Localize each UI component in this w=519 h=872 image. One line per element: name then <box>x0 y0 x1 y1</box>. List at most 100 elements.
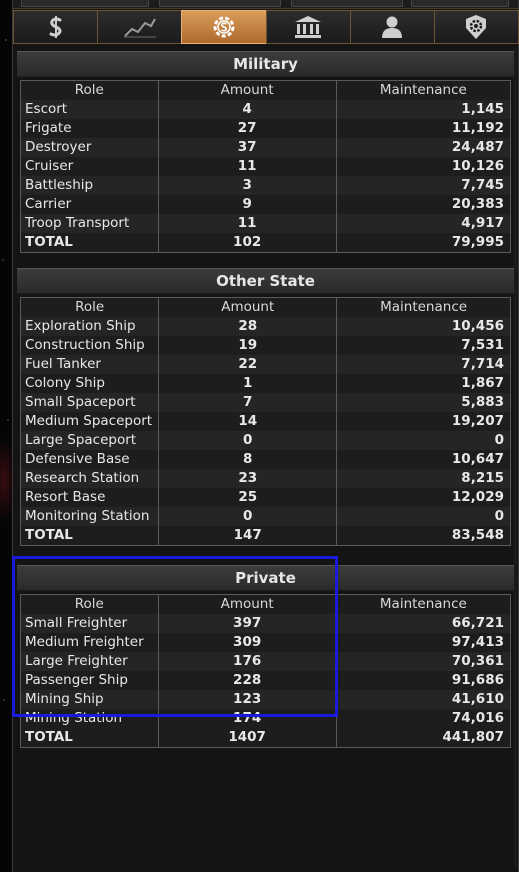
amount-cell: 11 <box>157 214 337 233</box>
role-cell: Research Station <box>19 469 160 488</box>
role-cell: Frigate <box>20 119 159 138</box>
amount-cell: 174 <box>157 709 337 728</box>
tab-government[interactable] <box>265 10 351 44</box>
section-private: Private Role Amount Maintenance Small Freig… <box>17 565 514 748</box>
maintenance-cell: 7,714 <box>336 355 511 374</box>
military-table: Role Amount Maintenance Escort 4 1,145 Frigate… <box>20 80 512 253</box>
amount-cell: 3 <box>157 176 337 195</box>
tab-income[interactable] <box>13 10 99 44</box>
maintenance-header: Maintenance <box>335 594 512 614</box>
role-cell: Large Spaceport <box>19 431 160 450</box>
table-row: Passenger Ship 228 91,686 <box>20 671 512 690</box>
total-row: TOTAL 102 79,995 <box>20 233 512 253</box>
table-row: Troop Transport 11 4,917 <box>20 214 512 233</box>
amount-header: Amount <box>158 297 338 317</box>
role-cell: Large Freighter <box>20 652 159 671</box>
tab-characters[interactable] <box>349 10 435 44</box>
amount-cell: 176 <box>157 652 337 671</box>
maintenance-header: Maintenance <box>335 80 512 100</box>
role-header: Role <box>19 297 160 317</box>
table-row: Small Freighter 397 66,721 <box>20 614 512 633</box>
amount-cell: 7 <box>158 393 338 412</box>
total-label: TOTAL <box>20 728 159 748</box>
maintenance-cell: 7,745 <box>335 176 512 195</box>
role-cell: Small Spaceport <box>19 393 160 412</box>
government-building-icon <box>295 16 322 38</box>
total-amount: 1407 <box>157 728 337 748</box>
table-row: Small Spaceport 7 5,883 <box>19 393 511 412</box>
role-cell: Destroyer <box>20 138 159 157</box>
maintenance-cell: 20,383 <box>335 195 512 214</box>
tab-bar <box>13 10 519 44</box>
table-row: Defensive Base 8 10,647 <box>19 450 511 469</box>
amount-cell: 25 <box>158 488 338 507</box>
maintenance-cell: 1,145 <box>335 100 512 119</box>
total-amount: 102 <box>157 233 337 253</box>
role-cell: Small Freighter <box>20 614 159 633</box>
maintenance-cell: 10,456 <box>336 317 511 336</box>
role-cell: Troop Transport <box>20 214 159 233</box>
total-maintenance: 83,548 <box>336 526 511 546</box>
amount-cell: 8 <box>158 450 338 469</box>
maintenance-cell: 0 <box>336 431 511 450</box>
maintenance-cell: 70,361 <box>335 652 512 671</box>
other-state-table: Role Amount Maintenance Exploration Ship 28 1… <box>19 297 511 546</box>
section-title: Military <box>17 51 514 77</box>
amount-cell: 28 <box>158 317 338 336</box>
person-icon <box>382 16 403 38</box>
table-row: Research Station 23 8,215 <box>19 469 511 488</box>
table-row: Large Freighter 176 70,361 <box>20 652 512 671</box>
table-row: Fuel Tanker 22 7,714 <box>19 355 511 374</box>
maintenance-cell: 97,413 <box>335 633 512 652</box>
role-cell: Monitoring Station <box>19 507 160 526</box>
role-cell: Passenger Ship <box>20 671 159 690</box>
role-cell: Resort Base <box>19 488 160 507</box>
role-cell: Mining Ship <box>20 690 159 709</box>
maintenance-cell: 11,192 <box>335 119 512 138</box>
maintenance-cell: 5,883 <box>336 393 511 412</box>
amount-cell: 4 <box>157 100 337 119</box>
trend-chart-icon <box>123 18 156 38</box>
shield-gear-icon <box>466 15 487 39</box>
header-row: Role Amount Maintenance <box>20 80 512 100</box>
maintenance-cell: 0 <box>336 507 511 526</box>
section-military: Military Role Amount Maintenance Escort 4 1,1… <box>17 51 514 253</box>
amount-cell: 22 <box>158 355 338 374</box>
table-row: Medium Spaceport 14 19,207 <box>19 412 511 431</box>
table-row: Resort Base 25 12,029 <box>19 488 511 507</box>
section-other-state: Other State Role Amount Maintenance Explora… <box>17 268 514 546</box>
total-label: TOTAL <box>20 233 159 253</box>
tab-defense[interactable] <box>433 10 519 44</box>
role-cell: Mining Station <box>20 709 159 728</box>
maintenance-cell: 7,531 <box>336 336 511 355</box>
table-row: Large Spaceport 0 0 <box>19 431 511 450</box>
amount-cell: 11 <box>157 157 337 176</box>
amount-cell: 123 <box>157 690 337 709</box>
total-row: TOTAL 1407 441,807 <box>20 728 512 748</box>
amount-header: Amount <box>157 594 337 614</box>
tab-expenses[interactable] <box>181 10 267 44</box>
header-row: Role Amount Maintenance <box>20 594 512 614</box>
maintenance-cell: 10,126 <box>335 157 512 176</box>
role-cell: Colony Ship <box>19 374 160 393</box>
role-header: Role <box>20 80 159 100</box>
scrollbar[interactable] <box>514 48 517 868</box>
maintenance-cell: 10,647 <box>336 450 511 469</box>
role-cell: Escort <box>20 100 159 119</box>
total-maintenance: 79,995 <box>335 233 512 253</box>
header-row: Role Amount Maintenance <box>19 297 511 317</box>
table-row: Mining Ship 123 41,610 <box>20 690 512 709</box>
role-cell: Battleship <box>20 176 159 195</box>
table-row: Exploration Ship 28 10,456 <box>19 317 511 336</box>
amount-cell: 0 <box>158 507 338 526</box>
amount-cell: 23 <box>158 469 338 488</box>
role-cell: Medium Spaceport <box>19 412 160 431</box>
amount-cell: 0 <box>158 431 338 450</box>
tab-trends[interactable] <box>97 10 183 44</box>
table-row: Construction Ship 19 7,531 <box>19 336 511 355</box>
maintenance-cell: 66,721 <box>335 614 512 633</box>
dollar-icon <box>49 16 62 38</box>
amount-cell: 1 <box>158 374 338 393</box>
role-cell: Construction Ship <box>19 336 160 355</box>
table-row: Escort 4 1,145 <box>20 100 512 119</box>
